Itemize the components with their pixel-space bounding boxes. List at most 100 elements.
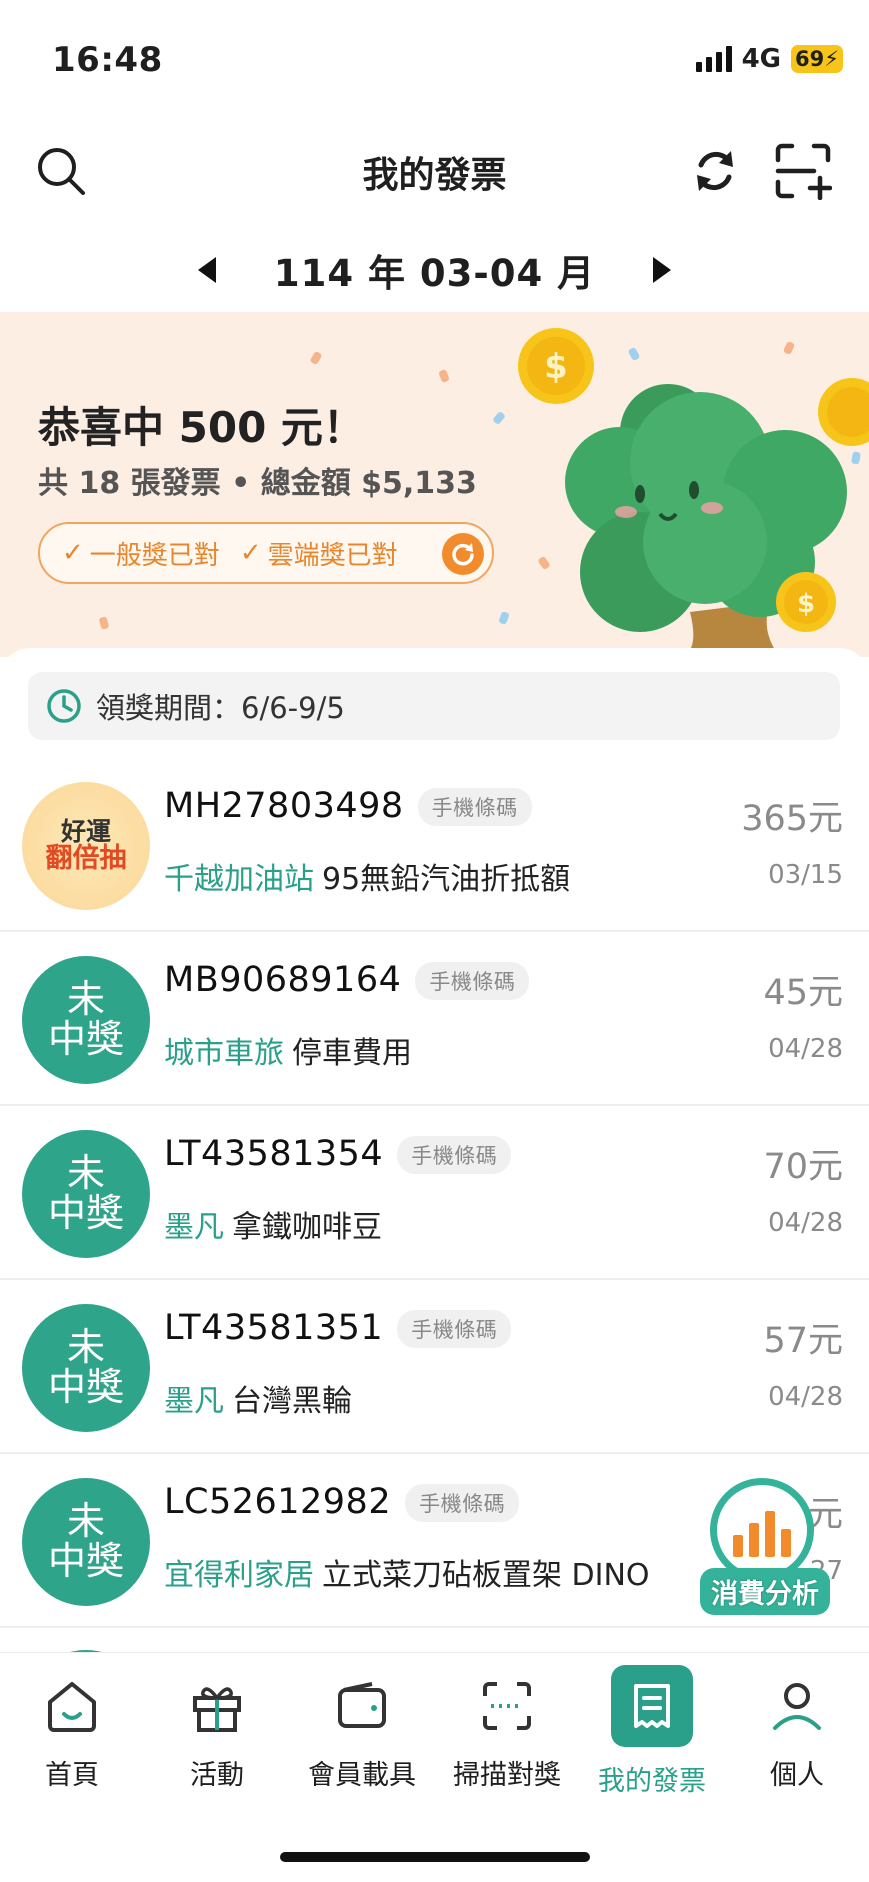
home-indicator xyxy=(280,1852,590,1862)
invoice-number: LC52612982 手機條碼 xyxy=(164,1482,520,1522)
invoice-number: MH27803498 手機條碼 xyxy=(164,786,532,826)
invoice-row[interactable]: 未 中獎 LT43581354 手機條碼 墨凡 拿鐵咖啡豆 70元 04/28 xyxy=(0,1106,869,1280)
tree-mascot-illustration: $ $ xyxy=(518,328,869,657)
scan-add-button[interactable] xyxy=(772,140,834,202)
period-selector: 114 年 03-04 月 xyxy=(0,230,869,310)
no-win-badge: 未 中獎 xyxy=(22,956,150,1084)
carrier-tag: 手機條碼 xyxy=(415,962,530,1000)
battery-level: 69 xyxy=(795,47,825,71)
svg-text:$: $ xyxy=(797,589,815,619)
merchant-line: 墨凡 拿鐵咖啡豆 xyxy=(164,1202,382,1246)
item-name: 拿鐵咖啡豆 xyxy=(232,1210,382,1245)
invoice-row[interactable]: 好運 翻倍抽 MH27803498 手機條碼 千越加油站 95無鉛汽油折抵額 365… xyxy=(0,758,869,932)
badge-line1: 好運 xyxy=(60,816,111,846)
badge-line2: 中獎 xyxy=(47,1191,124,1235)
merchant-name: 墨凡 xyxy=(164,1210,224,1245)
invoice-date: 04/28 xyxy=(768,1382,843,1412)
merchant-line: 墨凡 台灣黑輪 xyxy=(164,1376,352,1420)
invoice-amount: 365元 xyxy=(741,799,843,839)
tab-label: 首頁 xyxy=(45,1760,99,1791)
status-time: 16:48 xyxy=(52,40,163,80)
tab-member-carrier[interactable]: 會員載具 xyxy=(290,1671,434,1792)
period-label: 114 年 03-04 月 xyxy=(273,252,596,295)
invoice-number-text: MH27803498 xyxy=(164,786,404,826)
no-win-badge: 未 中獎 xyxy=(22,1304,150,1432)
badge-line2: 中獎 xyxy=(47,1017,124,1061)
invoice-row[interactable]: 未 中獎 LT43581351 手機條碼 墨凡 台灣黑輪 57元 04/28 xyxy=(0,1280,869,1454)
claim-period-bar: 領獎期間：6/6-9/5 xyxy=(28,672,840,740)
signal-icon xyxy=(695,46,732,72)
badge-line1: 未 xyxy=(66,977,105,1022)
invoice-amount: 45元 xyxy=(763,973,843,1013)
merchant-line: 千越加油站 95無鉛汽油折抵額 xyxy=(164,854,570,898)
badge-line1: 未 xyxy=(66,1499,105,1544)
merchant-name: 千越加油站 xyxy=(164,862,314,897)
invoice-date: 03/15 xyxy=(768,860,843,890)
invoice-number-text: LC52612982 xyxy=(164,1482,392,1522)
header: 我的發票 xyxy=(0,120,869,230)
item-name: 95無鉛汽油折抵額 xyxy=(322,862,571,897)
invoice-number-text: MB90689164 xyxy=(164,960,402,1000)
badge-line1: 未 xyxy=(66,1151,105,1196)
tab-events[interactable]: 活動 xyxy=(145,1671,289,1792)
item-name: 台灣黑輪 xyxy=(232,1384,352,1419)
clock-icon xyxy=(47,689,81,723)
tab-label: 我的發票 xyxy=(598,1766,706,1797)
status-bar: 16:48 4G 69 ⚡ xyxy=(0,0,869,120)
home-icon xyxy=(37,1671,107,1741)
spending-analysis-button[interactable]: 消費分析 xyxy=(700,1478,830,1615)
carrier-tag: 手機條碼 xyxy=(397,1136,512,1174)
network-type: 4G xyxy=(741,44,781,74)
tab-scan-check[interactable]: 掃描對獎 xyxy=(435,1671,579,1792)
merchant-line: 城市車旅 停車費用 xyxy=(164,1028,412,1072)
prev-period-button[interactable] xyxy=(197,257,216,283)
badge-line2: 中獎 xyxy=(47,1365,124,1409)
gift-icon xyxy=(182,1671,252,1741)
invoice-number: LT43581354 手機條碼 xyxy=(164,1134,512,1174)
wallet-icon xyxy=(327,1671,397,1741)
invoice-row[interactable]: 未 中獎 MB90689164 手機條碼 城市車旅 停車費用 45元 04/28 xyxy=(0,932,869,1106)
tab-label: 掃描對獎 xyxy=(453,1760,561,1791)
scan-icon xyxy=(472,1671,542,1741)
tab-home[interactable]: 首頁 xyxy=(0,1671,144,1792)
claim-period-text: 領獎期間：6/6-9/5 xyxy=(96,691,345,725)
prize-banner: 恭喜中 500 元！ 共 18 張發票 • 總金額 $5,133 ✓ 一般獎已對… xyxy=(0,312,869,657)
invoice-date: 04/28 xyxy=(768,1208,843,1238)
spending-analysis-label: 消費分析 xyxy=(700,1568,830,1615)
no-win-badge: 未 中獎 xyxy=(22,1478,150,1606)
svg-text:$: $ xyxy=(544,347,568,387)
carrier-tag: 手機條碼 xyxy=(405,1484,520,1522)
next-period-button[interactable] xyxy=(653,257,672,283)
no-win-badge: 未 中獎 xyxy=(22,1130,150,1258)
lucky-draw-badge[interactable]: 好運 翻倍抽 xyxy=(22,782,150,910)
tab-profile[interactable]: 個人 xyxy=(725,1671,869,1792)
badge-line1: 未 xyxy=(66,1325,105,1370)
invoice-amount: 57元 xyxy=(763,1321,843,1361)
sync-icon xyxy=(697,151,733,191)
merchant-name: 宜得利家居 xyxy=(164,1558,314,1593)
item-name: 立式菜刀砧板置架 DINO xyxy=(322,1558,650,1593)
scan-add-icon xyxy=(775,143,832,200)
status-indicators: 4G 69 ⚡ xyxy=(695,44,843,74)
invoice-row-partial xyxy=(0,1628,869,1653)
tab-label: 個人 xyxy=(770,1760,824,1791)
invoice-amount: 70元 xyxy=(763,1147,843,1187)
badge-line2: 翻倍抽 xyxy=(45,842,127,874)
bottom-tab-bar: 首頁 活動 會員載具 掃描對獎 我的發票 個人 xyxy=(0,1652,869,1882)
merchant-name: 城市車旅 xyxy=(164,1036,284,1071)
merchant-name: 墨凡 xyxy=(164,1384,224,1419)
battery-icon: 69 ⚡ xyxy=(791,45,843,73)
receipt-icon xyxy=(611,1665,693,1747)
bar-chart-icon xyxy=(710,1478,814,1582)
invoice-number: LT43581351 手機條碼 xyxy=(164,1308,512,1348)
merchant-line: 宜得利家居 立式菜刀砧板置架 DINO xyxy=(164,1550,650,1594)
item-name: 停車費用 xyxy=(292,1036,412,1071)
invoice-number: MB90689164 手機條碼 xyxy=(164,960,530,1000)
invoice-number-text: LT43581351 xyxy=(164,1308,384,1348)
invoice-date: 04/28 xyxy=(768,1034,843,1064)
tab-label: 活動 xyxy=(190,1760,244,1791)
carrier-tag: 手機條碼 xyxy=(417,788,532,826)
sync-button[interactable] xyxy=(684,140,746,202)
person-icon xyxy=(762,1671,832,1741)
tab-my-invoices[interactable]: 我的發票 xyxy=(580,1665,724,1798)
